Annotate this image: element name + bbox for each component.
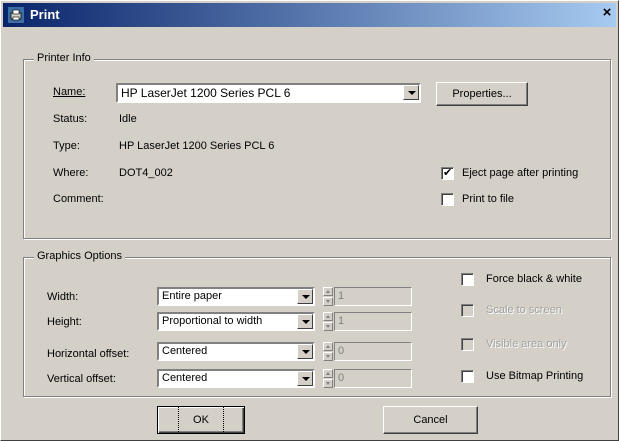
- graphics-options-title: Graphics Options: [34, 250, 125, 262]
- status-value: Idle: [119, 113, 137, 125]
- width-label: Width:: [47, 291, 79, 303]
- height-spinner[interactable]: [323, 312, 333, 331]
- force-black-white-label: Force black & white: [486, 273, 582, 285]
- spin-up-icon[interactable]: [323, 287, 333, 296]
- visible-area-checkbox: [461, 338, 474, 351]
- height-number-field[interactable]: 1: [334, 312, 412, 331]
- width-value: Entire paper: [162, 290, 222, 302]
- width-number-field[interactable]: 1: [334, 287, 412, 306]
- chevron-down-icon[interactable]: [297, 371, 313, 386]
- bitmap-printing-checkbox[interactable]: [461, 370, 474, 383]
- scale-to-screen-label: Scale to screen: [486, 304, 562, 316]
- chevron-down-icon[interactable]: [297, 344, 313, 359]
- width-select[interactable]: Entire paper: [157, 287, 315, 306]
- horizontal-offset-number-field[interactable]: 0: [334, 342, 412, 361]
- vertical-offset-spinner[interactable]: [323, 369, 333, 388]
- height-select[interactable]: Proportional to width: [157, 312, 315, 331]
- eject-page-checkbox[interactable]: [441, 166, 454, 180]
- spin-down-icon[interactable]: [323, 379, 333, 388]
- vertical-offset-select[interactable]: Centered: [157, 369, 315, 388]
- printer-name-select[interactable]: HP LaserJet 1200 Series PCL 6: [116, 83, 421, 103]
- print-dialog: Print × Printer Info Name: HP LaserJet 1…: [0, 0, 619, 441]
- vertical-offset-value: Centered: [162, 372, 208, 384]
- comment-label: Comment:: [53, 193, 104, 205]
- ok-button[interactable]: OK: [157, 406, 245, 434]
- spin-down-icon[interactable]: [323, 322, 333, 331]
- title-bar[interactable]: Print: [3, 3, 616, 27]
- chevron-down-icon[interactable]: [297, 314, 313, 329]
- scale-to-screen-checkbox: [461, 304, 474, 317]
- spin-down-icon[interactable]: [323, 297, 333, 306]
- chevron-down-icon[interactable]: [297, 289, 313, 304]
- height-label: Height:: [47, 316, 82, 328]
- chevron-down-icon[interactable]: [403, 85, 419, 100]
- where-label: Where:: [53, 167, 89, 179]
- print-to-file-label: Print to file: [462, 193, 514, 205]
- spin-up-icon[interactable]: [323, 369, 333, 378]
- print-to-file-checkbox[interactable]: [441, 193, 454, 206]
- cancel-button[interactable]: Cancel: [383, 406, 478, 434]
- height-value: Proportional to width: [162, 315, 263, 327]
- spin-down-icon[interactable]: [323, 352, 333, 361]
- printer-info-title: Printer Info: [34, 52, 94, 64]
- spin-up-icon[interactable]: [323, 342, 333, 351]
- spin-up-icon[interactable]: [323, 312, 333, 321]
- horizontal-offset-select[interactable]: Centered: [157, 342, 315, 361]
- where-value: DOT4_002: [119, 167, 173, 179]
- width-spinner[interactable]: [323, 287, 333, 306]
- horizontal-offset-label: Horizontal offset:: [47, 348, 130, 360]
- type-value: HP LaserJet 1200 Series PCL 6: [119, 140, 275, 152]
- horizontal-offset-value: Centered: [162, 345, 208, 357]
- bitmap-printing-label: Use Bitmap Printing: [486, 370, 584, 382]
- printer-icon: [8, 7, 24, 23]
- vertical-offset-label: Vertical offset:: [47, 373, 116, 385]
- close-icon[interactable]: ×: [599, 3, 615, 23]
- type-label: Type:: [53, 140, 80, 152]
- visible-area-label: Visible area only: [486, 338, 567, 350]
- properties-button[interactable]: Properties...: [436, 82, 528, 106]
- force-black-white-checkbox[interactable]: [461, 273, 474, 286]
- eject-page-label: Eject page after printing: [462, 167, 579, 179]
- horizontal-offset-spinner[interactable]: [323, 342, 333, 361]
- vertical-offset-number-field[interactable]: 0: [334, 369, 412, 388]
- name-label: Name:: [53, 86, 86, 98]
- status-label: Status:: [53, 113, 88, 125]
- window-title: Print: [30, 7, 60, 22]
- printer-name-value: HP LaserJet 1200 Series PCL 6: [121, 86, 291, 100]
